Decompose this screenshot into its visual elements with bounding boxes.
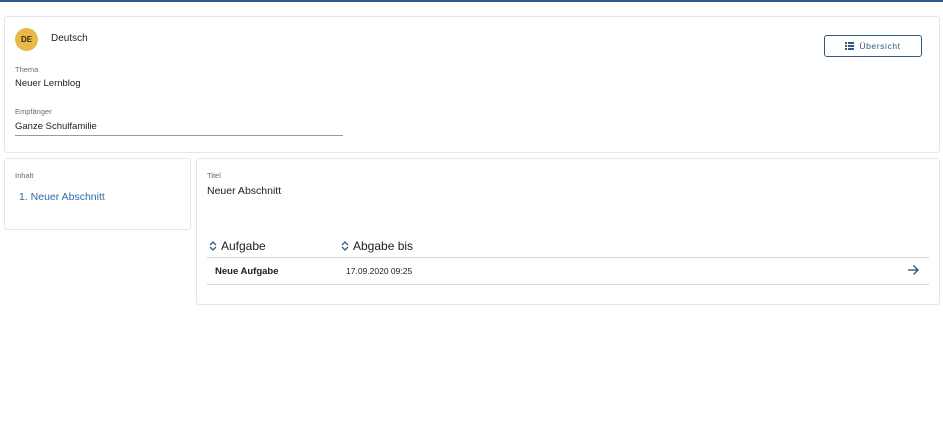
arrow-right-icon[interactable] <box>907 263 919 281</box>
recipient-label: Empfänger <box>15 107 52 116</box>
overview-button[interactable]: Übersicht <box>824 35 922 57</box>
section-title-value[interactable]: Neuer Abschnitt <box>207 185 281 197</box>
column-header-due[interactable]: Abgabe bis <box>341 239 413 253</box>
table-header-divider <box>207 257 929 258</box>
recipient-field-underline <box>15 135 343 136</box>
sidebar-item-section-1[interactable]: 1. Neuer Abschnitt <box>19 191 105 203</box>
recipient-field[interactable]: Ganze Schulfamilie <box>15 121 97 132</box>
column-header-task-label: Aufgabe <box>221 239 266 253</box>
table-row-divider <box>207 284 929 285</box>
section-editor-card: Titel Neuer Abschnitt Aufgabe Abgabe bis… <box>196 158 940 305</box>
contents-sidebar: Inhalt 1. Neuer Abschnitt <box>4 158 191 230</box>
contents-label: Inhalt <box>15 171 34 180</box>
table-row-task[interactable]: Neue Aufgabe <box>215 266 279 277</box>
list-icon <box>845 42 855 50</box>
section-title-label: Titel <box>207 171 221 180</box>
topic-label: Thema <box>15 65 39 74</box>
table-row-due: 17.09.2020 09:25 <box>346 266 413 276</box>
column-header-due-label: Abgabe bis <box>353 239 414 253</box>
top-accent-line <box>0 0 943 2</box>
column-header-task[interactable]: Aufgabe <box>209 239 266 253</box>
language-name[interactable]: Deutsch <box>51 33 88 44</box>
sort-icon <box>209 241 217 251</box>
blog-settings-card: DE Deutsch Thema Neuer Lernblog Empfänge… <box>4 16 940 153</box>
overview-button-label: Übersicht <box>859 41 901 51</box>
sort-icon <box>341 241 349 251</box>
topic-value[interactable]: Neuer Lernblog <box>15 78 81 89</box>
language-badge[interactable]: DE <box>15 28 38 51</box>
